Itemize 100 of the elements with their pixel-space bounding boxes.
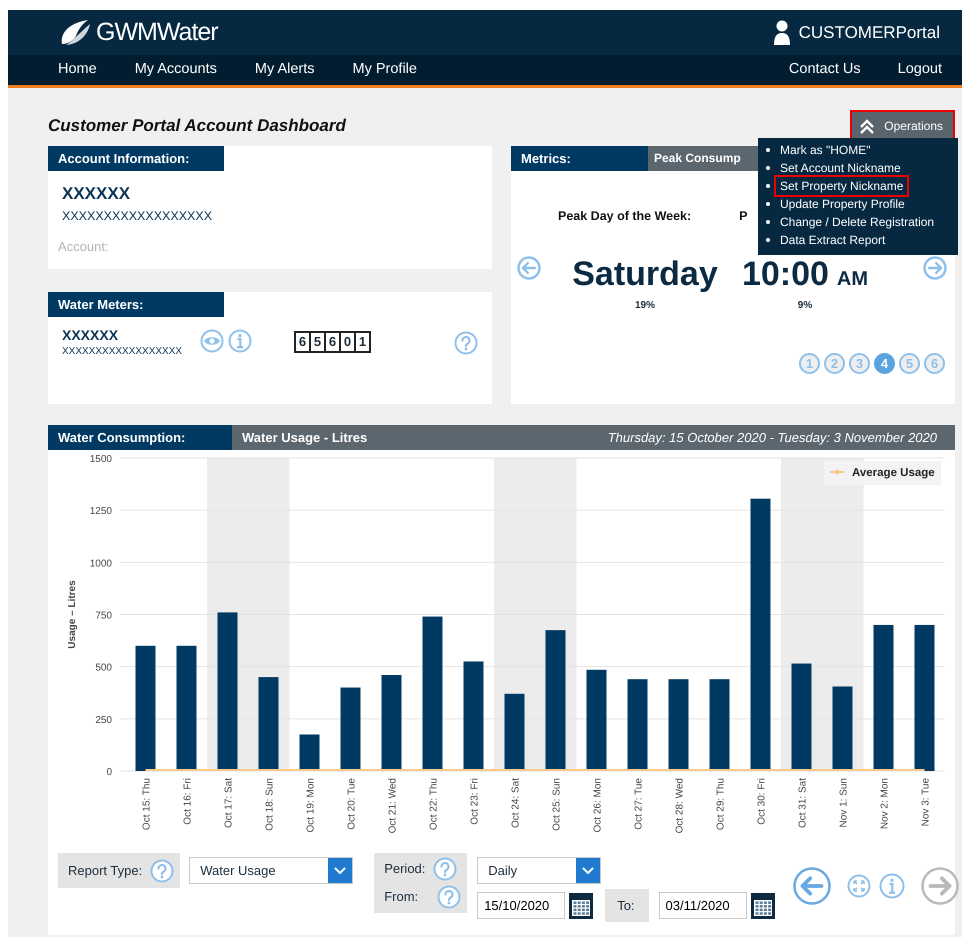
peak-time-percent: 9%: [798, 298, 812, 313]
info-icon[interactable]: [228, 329, 252, 353]
bullet-icon: [766, 148, 770, 152]
help-icon[interactable]: [433, 857, 458, 881]
account-name: XXXXXX: [62, 183, 132, 205]
nav-link[interactable]: My Accounts: [134, 59, 217, 81]
nav-link[interactable]: Contact Us: [788, 59, 861, 81]
x-tick-label: Oct 19: Mon: [306, 778, 316, 832]
field-label: From:: [384, 888, 420, 906]
nav-link[interactable]: My Profile: [352, 59, 417, 81]
from-date-field[interactable]: 15/10/2020: [477, 892, 566, 919]
nav-link[interactable]: My Alerts: [254, 59, 315, 81]
peak-time: 10:00: [742, 254, 829, 294]
y-tick-label: 250: [95, 714, 112, 726]
x-tick-label: Nov 3: Tue: [920, 778, 932, 826]
peak-day: Saturday: [572, 254, 718, 294]
x-tick-label: Oct 21: Wed: [388, 778, 398, 834]
usage-bar[interactable]: [340, 688, 360, 771]
to-date-field[interactable]: 03/11/2020: [658, 892, 747, 919]
panel-header: Water Consumption:: [48, 425, 232, 450]
logo-text: GWMWater: [96, 16, 218, 48]
usage-bar[interactable]: [504, 694, 524, 771]
x-tick-label: Oct 24: Sat: [510, 778, 522, 828]
help-icon[interactable]: [150, 858, 174, 882]
bullet-icon: [766, 220, 770, 224]
usage-bar[interactable]: [300, 734, 320, 771]
x-tick-label: Oct 20: Tue: [346, 778, 358, 830]
x-tick-label: Oct 31: Sat: [798, 778, 808, 828]
x-tick-label: Oct 25: Sun: [552, 778, 562, 831]
y-tick-label: 500: [95, 662, 112, 674]
help-icon[interactable]: [454, 331, 478, 355]
page-title: Customer Portal Account Dashboard: [48, 114, 346, 137]
x-tick-label: Oct 27: Tue: [634, 778, 644, 830]
calendar-icon[interactable]: [750, 892, 775, 918]
info-icon[interactable]: [878, 873, 905, 899]
legend-line-icon: [830, 470, 844, 474]
x-tick-label: Oct 18: Sun: [264, 778, 276, 831]
eye-icon[interactable]: [200, 329, 224, 353]
x-tick-label: Oct 30: Fri: [756, 778, 768, 825]
field-label: Report Type:: [68, 862, 142, 880]
meter-reading: 6 5 6 0 1: [294, 331, 371, 353]
x-tick-label: Nov 2: Mon: [880, 778, 890, 830]
usage-bar[interactable]: [668, 679, 688, 771]
time-meridiem: AM: [836, 266, 868, 292]
calendar-icon[interactable]: [569, 892, 594, 918]
report-type-select[interactable]: Water Usage: [189, 857, 354, 884]
peak-day-percent: 19%: [634, 298, 655, 313]
bullet-icon: [766, 184, 770, 188]
account-number: XXXXXXXXXXXXXXXXXX: [62, 208, 214, 224]
x-tick-label: Oct 29: Thu: [716, 778, 726, 830]
usage-bar[interactable]: [382, 675, 402, 771]
field-label: To:: [617, 896, 635, 915]
y-tick-label: 1500: [90, 454, 112, 465]
account-label: Account:: [58, 238, 110, 256]
y-tick-label: 1250: [90, 506, 112, 518]
x-tick-label: Oct 23: Fri: [470, 778, 480, 825]
y-axis-title: Usage – Litres: [67, 580, 78, 649]
usage-bar[interactable]: [464, 661, 484, 771]
y-tick-label: 1000: [90, 558, 112, 570]
y-tick-label: 0: [106, 767, 112, 778]
metric-label: P: [739, 208, 748, 225]
x-tick-label: Oct 16: Fri: [182, 778, 194, 825]
x-tick-label: Oct 22: Thu: [428, 778, 440, 830]
date-range: Thursday: 15 October 2020 - Tuesday: 3 November 2020: [608, 429, 938, 447]
usage-bar[interactable]: [258, 677, 278, 771]
person-icon: [772, 20, 791, 46]
menu-item[interactable]: Data Extract Report: [776, 231, 890, 249]
meter-name: XXXXXX: [62, 326, 120, 345]
menu-item[interactable]: Mark as "HOME": [776, 141, 875, 159]
bullet-icon: [766, 202, 770, 206]
menu-item[interactable]: Update Property Profile: [776, 195, 909, 213]
menu-item[interactable]: Set Account Nickname: [776, 159, 905, 177]
y-tick-label: 750: [95, 610, 112, 622]
help-icon[interactable]: [437, 885, 462, 909]
bullet-icon: [766, 238, 770, 242]
usage-bar[interactable]: [832, 686, 852, 771]
expand-icon[interactable]: [846, 874, 871, 898]
x-tick-label: Oct 15: Thu: [142, 778, 152, 830]
menu-item[interactable]: Set Property Nickname: [776, 177, 908, 195]
menu-item[interactable]: Change / Delete Registration: [776, 213, 938, 231]
x-tick-label: Oct 26: Mon: [592, 778, 604, 832]
usage-bar[interactable]: [710, 679, 730, 771]
chart-subtitle: Water Usage - Litres: [242, 429, 368, 447]
x-tick-label: Nov 1: Sun: [838, 778, 850, 828]
x-tick-label: Oct 28: Wed: [674, 778, 686, 834]
metric-label: Peak Day of the Week:: [558, 208, 692, 225]
bullet-icon: [766, 166, 770, 170]
panel-header: Metrics:: [511, 146, 648, 171]
period-select[interactable]: Daily: [477, 857, 602, 884]
legend-label[interactable]: Average Usage: [852, 467, 935, 479]
panel-header: Account Information:: [48, 146, 224, 171]
meter-number: XXXXXXXXXXXXXXXXXX: [62, 345, 184, 359]
x-tick-label: Oct 17: Sat: [224, 778, 234, 828]
chevron-icon: [858, 116, 876, 134]
nav-link[interactable]: Logout: [898, 59, 942, 81]
usage-bar[interactable]: [628, 679, 648, 771]
portal-title: CUSTOMERPortal: [798, 22, 940, 44]
usage-bar[interactable]: [586, 670, 606, 771]
panel-header: Water Meters:: [48, 292, 224, 317]
nav-link[interactable]: Home: [58, 59, 97, 81]
